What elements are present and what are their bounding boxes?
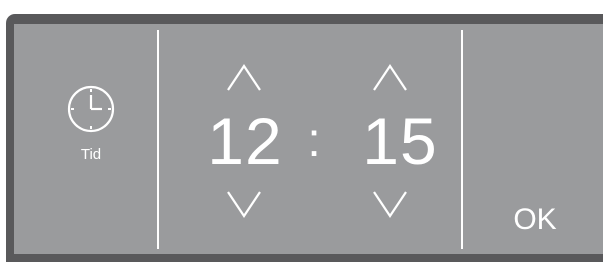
minutes-down-button[interactable]	[368, 186, 412, 222]
hours-down-button[interactable]	[222, 186, 266, 222]
minutes-value: 15	[362, 104, 438, 178]
time-function-button[interactable]: Tid	[50, 72, 140, 182]
clock-icon	[65, 83, 117, 135]
ok-button[interactable]: OK	[490, 198, 580, 242]
time-function-label: Tid	[80, 146, 102, 163]
chevron-down-icon	[373, 191, 407, 218]
chevron-up-icon	[373, 64, 407, 91]
divider-right	[461, 30, 463, 249]
chevron-up-icon	[227, 64, 261, 91]
minutes-up-button[interactable]	[368, 60, 412, 96]
divider-left	[157, 30, 159, 249]
chevron-down-icon	[227, 191, 261, 218]
hours-value: 12	[207, 104, 283, 178]
time-separator: :	[307, 114, 321, 167]
hours-up-button[interactable]	[222, 60, 266, 96]
